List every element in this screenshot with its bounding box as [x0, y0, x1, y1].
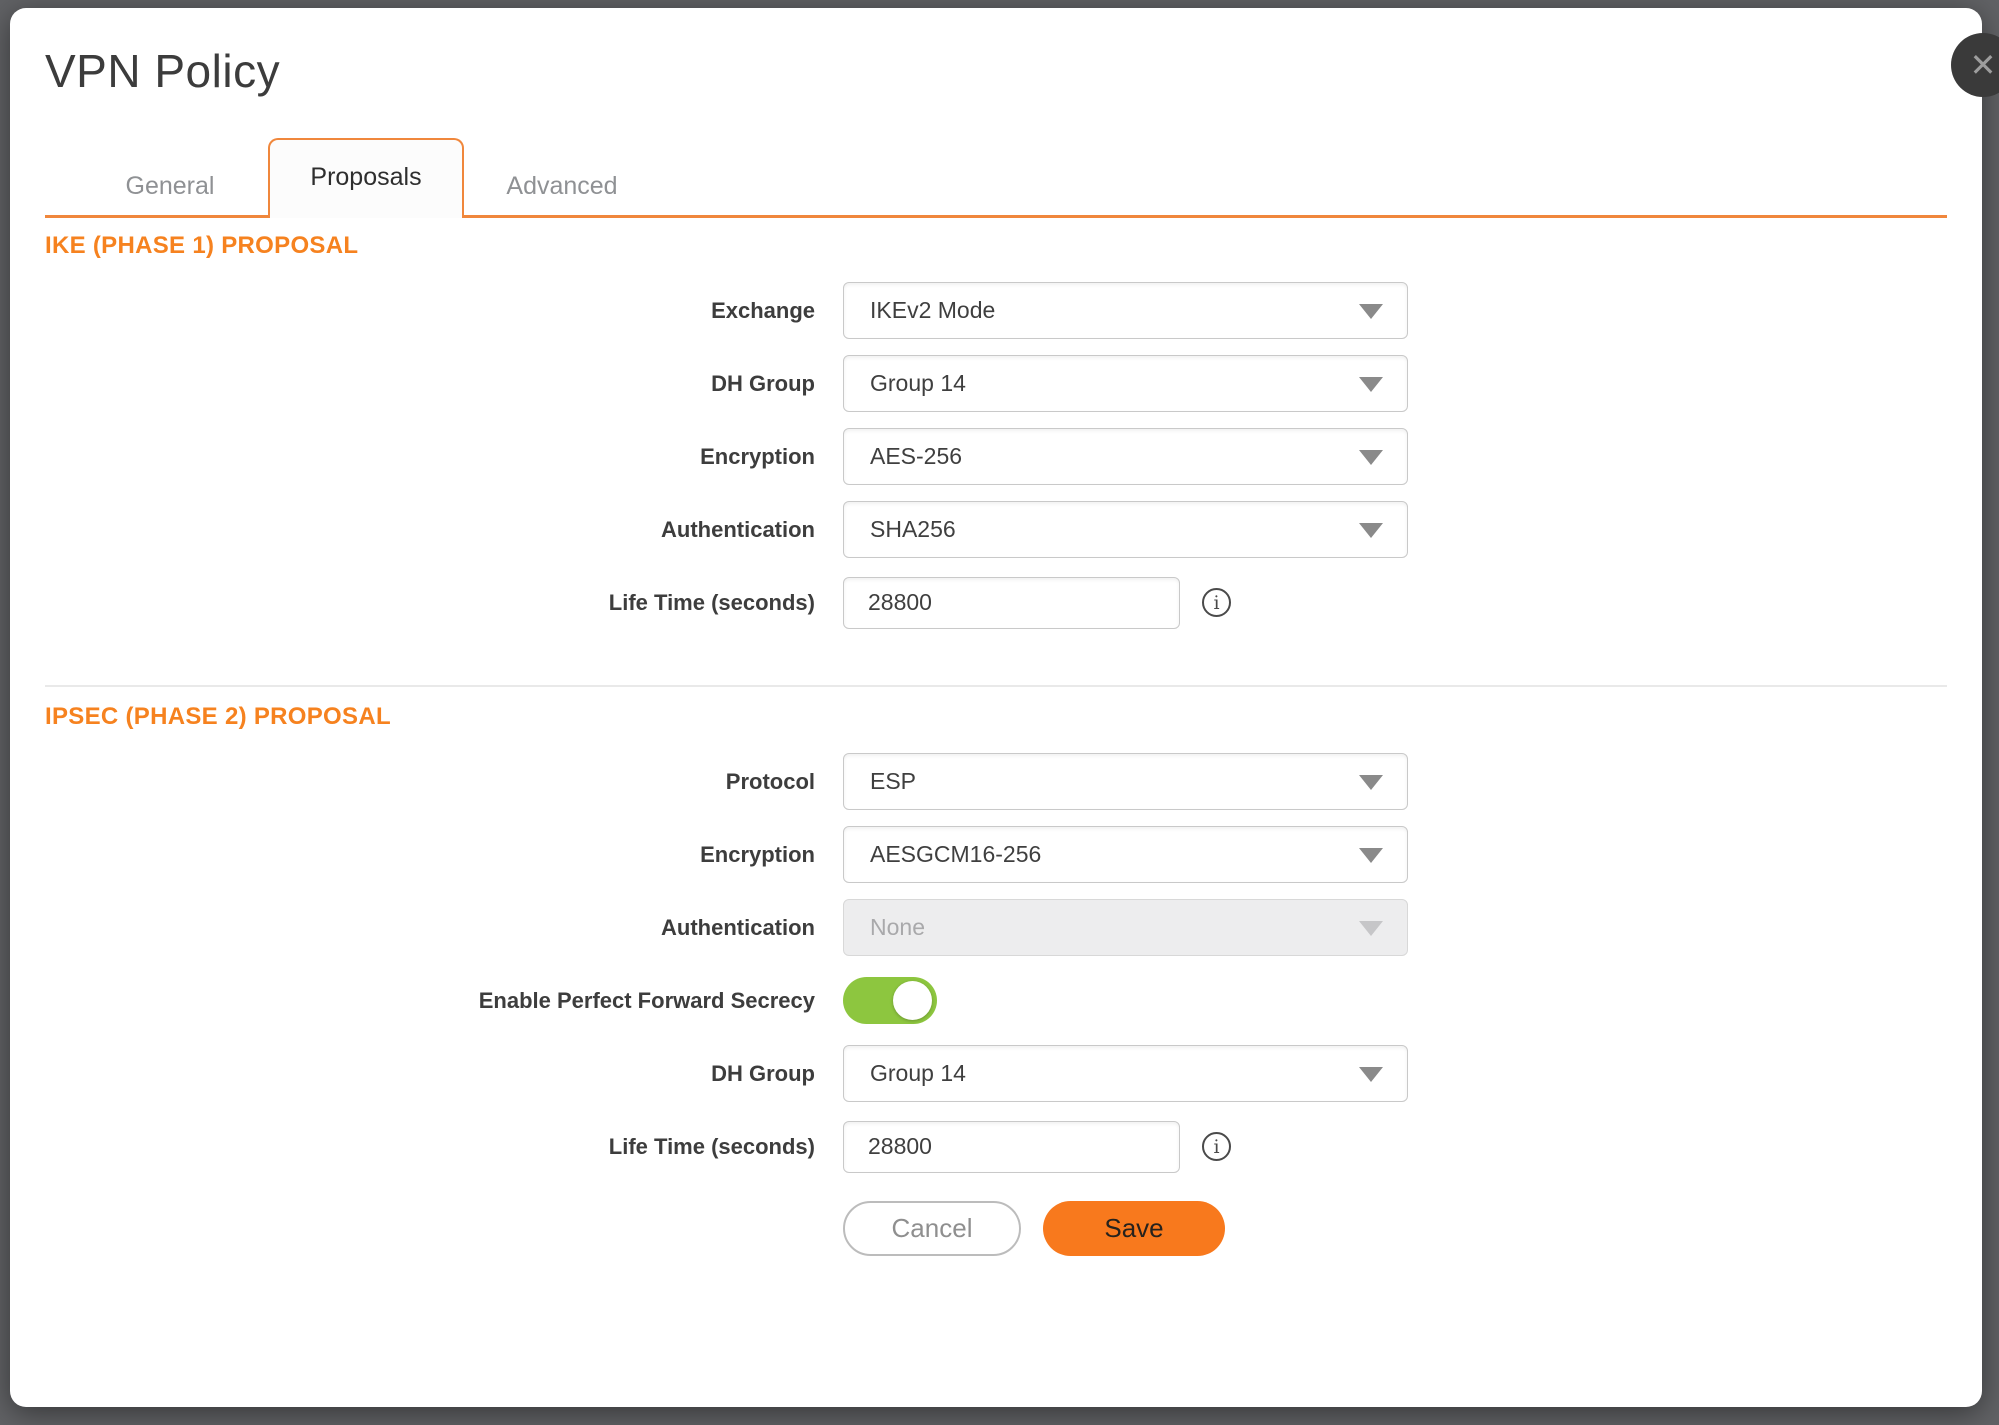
vpn-policy-dialog: VPN Policy General Proposals Advanced IK… — [10, 8, 1982, 1407]
pfs-label: Enable Perfect Forward Secrecy — [45, 988, 843, 1014]
encryption-label: Encryption — [45, 444, 843, 470]
encryption-select[interactable]: AES-256 — [843, 428, 1408, 485]
lifetime-p2-input[interactable] — [843, 1121, 1180, 1173]
dh-group-p2-select[interactable]: Group 14 — [843, 1045, 1408, 1102]
dialog-footer: Cancel Save — [843, 1201, 1947, 1256]
encryption-p2-label: Encryption — [45, 842, 843, 868]
dropdown-arrow-icon — [1359, 848, 1383, 863]
form-row-lifetime-p2: Life Time (seconds) i — [45, 1118, 1947, 1175]
authentication-select[interactable]: SHA256 — [843, 501, 1408, 558]
protocol-label: Protocol — [45, 769, 843, 795]
tab-bar: General Proposals Advanced — [45, 138, 1947, 218]
section-ipsec-phase2: IPSEC (PHASE 2) PROPOSAL Protocol ESP En… — [45, 703, 1947, 1175]
dropdown-arrow-icon — [1359, 523, 1383, 538]
dropdown-arrow-icon — [1359, 377, 1383, 392]
dh-group-select-value: Group 14 — [870, 370, 966, 397]
authentication-p2-label: Authentication — [45, 915, 843, 941]
lifetime-label: Life Time (seconds) — [45, 590, 843, 616]
dialog-title: VPN Policy — [45, 44, 1947, 98]
authentication-label: Authentication — [45, 517, 843, 543]
section-heading-ipsec-phase2: IPSEC (PHASE 2) PROPOSAL — [45, 703, 1947, 731]
info-icon[interactable]: i — [1202, 1132, 1231, 1161]
protocol-select-value: ESP — [870, 768, 916, 795]
dropdown-arrow-icon — [1359, 450, 1383, 465]
cancel-button[interactable]: Cancel — [843, 1201, 1021, 1256]
form-row-authentication-p2: Authentication None — [45, 899, 1947, 956]
lifetime-p2-label: Life Time (seconds) — [45, 1134, 843, 1160]
section-ike-phase1: IKE (PHASE 1) PROPOSAL Exchange IKEv2 Mo… — [45, 232, 1947, 631]
lifetime-input[interactable] — [843, 577, 1180, 629]
encryption-select-value: AES-256 — [870, 443, 962, 470]
exchange-select[interactable]: IKEv2 Mode — [843, 282, 1408, 339]
form-row-pfs: Enable Perfect Forward Secrecy — [45, 972, 1947, 1029]
encryption-p2-select-value: AESGCM16-256 — [870, 841, 1041, 868]
form-row-encryption-p2: Encryption AESGCM16-256 — [45, 826, 1947, 883]
info-icon[interactable]: i — [1202, 588, 1231, 617]
form-row-exchange: Exchange IKEv2 Mode — [45, 282, 1947, 339]
authentication-select-value: SHA256 — [870, 516, 956, 543]
protocol-select[interactable]: ESP — [843, 753, 1408, 810]
dropdown-arrow-icon — [1359, 1067, 1383, 1082]
dh-group-p2-label: DH Group — [45, 1061, 843, 1087]
dropdown-arrow-icon — [1359, 921, 1383, 936]
form-row-lifetime: Life Time (seconds) i — [45, 574, 1947, 631]
exchange-select-value: IKEv2 Mode — [870, 297, 995, 324]
dh-group-p2-select-value: Group 14 — [870, 1060, 966, 1087]
section-divider — [45, 685, 1947, 687]
dh-group-select[interactable]: Group 14 — [843, 355, 1408, 412]
tab-proposals[interactable]: Proposals — [268, 138, 464, 218]
form-row-dh-group-p2: DH Group Group 14 — [45, 1045, 1947, 1102]
encryption-p2-select[interactable]: AESGCM16-256 — [843, 826, 1408, 883]
form-row-protocol: Protocol ESP — [45, 753, 1947, 810]
pfs-toggle[interactable] — [843, 977, 937, 1024]
tab-advanced[interactable]: Advanced — [464, 157, 660, 215]
authentication-p2-select: None — [843, 899, 1408, 956]
dh-group-label: DH Group — [45, 371, 843, 397]
toggle-knob-icon — [893, 981, 932, 1020]
dropdown-arrow-icon — [1359, 775, 1383, 790]
dropdown-arrow-icon — [1359, 304, 1383, 319]
form-row-authentication: Authentication SHA256 — [45, 501, 1947, 558]
tab-general[interactable]: General — [72, 157, 268, 215]
authentication-p2-select-value: None — [870, 914, 925, 941]
section-heading-ike-phase1: IKE (PHASE 1) PROPOSAL — [45, 232, 1947, 260]
form-row-dh-group: DH Group Group 14 — [45, 355, 1947, 412]
save-button[interactable]: Save — [1043, 1201, 1225, 1256]
close-icon: ✕ — [1970, 46, 1997, 84]
exchange-label: Exchange — [45, 298, 843, 324]
form-row-encryption: Encryption AES-256 — [45, 428, 1947, 485]
